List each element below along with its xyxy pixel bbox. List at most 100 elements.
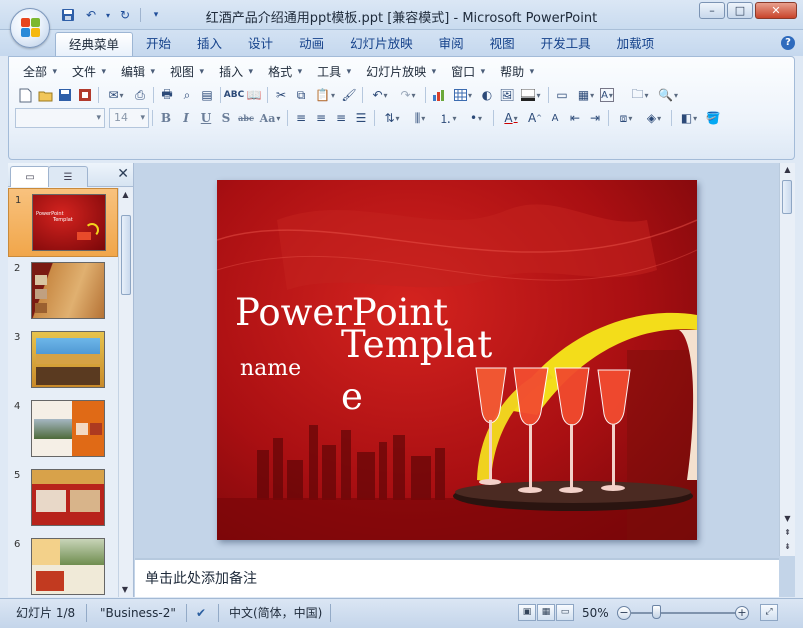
undo-icon[interactable]: ↶ (366, 85, 394, 105)
new-document-icon[interactable] (15, 85, 35, 105)
align-right-icon[interactable]: ≡ (331, 108, 351, 128)
tab-addins[interactable]: 加载项 (604, 32, 668, 56)
next-slide-icon[interactable]: ⇟ (780, 540, 795, 554)
paste-icon[interactable]: 📋 (311, 85, 339, 105)
cut-icon[interactable]: ✂ (271, 85, 291, 105)
maximize-button[interactable]: □ (727, 2, 753, 19)
align-left-icon[interactable]: ≡ (291, 108, 311, 128)
insert-table-icon[interactable] (449, 85, 477, 105)
shape-fill-icon[interactable]: 🪣 (703, 108, 723, 128)
folder-icon[interactable]: 🗀 (626, 85, 654, 105)
quick-styles-icon[interactable]: ◧ (675, 108, 703, 128)
scrollbar-thumb[interactable] (782, 180, 792, 214)
theme-name[interactable]: "Business-2" (100, 603, 176, 623)
menu-tools[interactable]: 工具 (309, 62, 352, 82)
insert-picture-icon[interactable]: 🖼 (497, 85, 517, 105)
help-icon[interactable]: ? (781, 36, 795, 50)
scrollbar-thumb[interactable] (121, 215, 131, 295)
tab-insert[interactable]: 插入 (184, 32, 235, 56)
spelling-icon[interactable]: ABC (224, 85, 244, 105)
text-box-icon[interactable]: A (600, 88, 614, 102)
slide-subtitle[interactable]: name (240, 356, 301, 381)
research-book-icon[interactable]: 📖 (244, 85, 264, 105)
scroll-up-icon[interactable]: ▲ (780, 163, 795, 177)
clipart-icon[interactable]: ◐ (477, 85, 497, 105)
minimize-button[interactable]: – (699, 2, 725, 19)
bullets-icon[interactable]: • (462, 108, 490, 128)
research-icon[interactable]: ▤ (197, 85, 217, 105)
customize-qat-button[interactable]: ▾ (146, 6, 166, 24)
zoom-out-icon[interactable]: − (617, 606, 631, 620)
preview-icon[interactable]: ⌕ (177, 85, 197, 105)
italic-button[interactable]: I (176, 108, 196, 128)
redo-icon[interactable]: ↷ (394, 85, 422, 105)
print-preview-icon[interactable]: ⎙ (130, 85, 150, 105)
tab-view[interactable]: 视图 (477, 32, 528, 56)
save-icon[interactable] (58, 6, 78, 24)
font-name-combo[interactable] (15, 108, 105, 128)
grow-font-icon[interactable]: A ^ (525, 108, 545, 128)
menu-view[interactable]: 视图 (162, 62, 205, 82)
copy-icon[interactable]: ⧉ (291, 85, 311, 105)
dropdown-arrow-icon[interactable]: ▾ (104, 6, 112, 24)
shape-icon[interactable]: ◈ (640, 108, 668, 128)
menu-insert[interactable]: 插入 (211, 62, 254, 82)
menu-file[interactable]: 文件 (64, 62, 107, 82)
arrange-icon[interactable]: ⧈ (612, 108, 640, 128)
bold-button[interactable]: B (156, 108, 176, 128)
close-button[interactable]: ✕ (755, 2, 797, 19)
office-button[interactable] (10, 8, 50, 48)
email-icon[interactable]: ✉ (102, 85, 130, 105)
thumbnails-scrollbar[interactable]: ▲ ▼ (118, 188, 132, 597)
slideshow-view-icon[interactable]: ▭ (556, 604, 574, 621)
slide-thumbnail-3[interactable]: 3 (8, 326, 118, 395)
zoom-slider-track[interactable] (630, 612, 736, 614)
slide-thumbnail-5[interactable]: 5 (8, 464, 118, 533)
menu-all[interactable]: 全部 (15, 62, 58, 82)
tab-developer[interactable]: 开发工具 (528, 32, 604, 56)
slide-title-line2[interactable]: Templat e (341, 319, 492, 423)
previous-slide-icon[interactable]: ⇞ (780, 526, 795, 540)
tab-slides[interactable]: ▭ (10, 166, 50, 187)
zoom-slider-handle[interactable] (652, 605, 661, 619)
tab-slideshow[interactable]: 幻灯片放映 (337, 32, 426, 56)
tab-animations[interactable]: 动画 (286, 32, 337, 56)
text-direction-icon[interactable]: ⇅ (378, 108, 406, 128)
font-color-icon[interactable]: A (497, 108, 525, 128)
decrease-indent-icon[interactable]: ⇤ (565, 108, 585, 128)
menu-slideshow[interactable]: 幻灯片放映 (358, 62, 437, 82)
scroll-up-icon[interactable]: ▲ (119, 188, 132, 202)
open-folder-icon[interactable] (35, 85, 55, 105)
language-indicator[interactable]: 中文(简体，中国) (229, 603, 322, 623)
spelling-check-icon[interactable]: ✔ (196, 603, 206, 623)
undo-icon[interactable]: ↶ (81, 6, 101, 24)
change-case-button[interactable]: Aa (256, 108, 284, 128)
menu-help[interactable]: 帮助 (492, 62, 535, 82)
slide-sorter-icon[interactable]: ▦ (537, 604, 555, 621)
close-pane-icon[interactable]: ✕ (117, 166, 129, 182)
numbering-icon[interactable]: ⒈ (434, 108, 462, 128)
tab-home[interactable]: 开始 (133, 32, 184, 56)
print-icon[interactable]: 🖶 (157, 85, 177, 105)
slide-scrollbar[interactable]: ▲ ▼ ⇞ ⇟ (779, 163, 795, 556)
line-color-icon[interactable] (517, 85, 545, 105)
shrink-font-icon[interactable]: A (545, 108, 565, 128)
slide-thumbnail-4[interactable]: 4 (8, 395, 118, 464)
menu-window[interactable]: 窗口 (443, 62, 486, 82)
redo-icon[interactable]: ↻ (115, 6, 135, 24)
strikethrough-button[interactable]: abc (236, 108, 256, 128)
permission-icon[interactable] (75, 85, 95, 105)
tab-classic-menu[interactable]: 经典菜单 (55, 32, 134, 56)
menu-edit[interactable]: 编辑 (113, 62, 156, 82)
current-slide[interactable]: PowerPoint Templat e name (217, 180, 697, 540)
font-size-combo[interactable]: 14 (109, 108, 149, 128)
save-icon[interactable] (55, 85, 75, 105)
insert-chart-icon[interactable] (429, 85, 449, 105)
slide-thumbnail-2[interactable]: 2 (8, 257, 118, 326)
tab-outline[interactable]: ☰ (48, 166, 88, 187)
normal-view-icon[interactable]: ▣ (518, 604, 536, 621)
scroll-down-icon[interactable]: ▼ (119, 583, 131, 597)
justify-icon[interactable]: ☰ (351, 108, 371, 128)
menu-format[interactable]: 格式 (260, 62, 303, 82)
format-painter-icon[interactable]: 🖌 (339, 85, 359, 105)
